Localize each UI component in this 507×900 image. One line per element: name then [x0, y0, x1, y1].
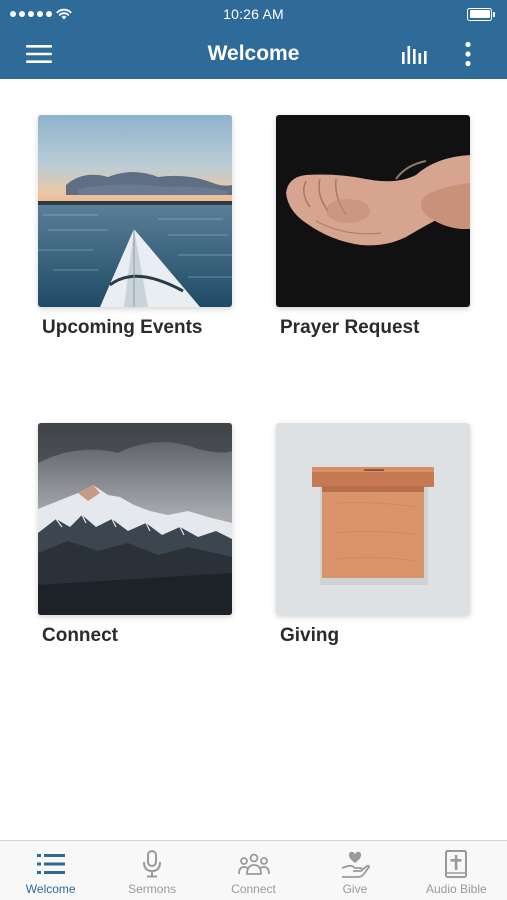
audio-levels-button[interactable] — [396, 28, 434, 79]
tile-connect[interactable]: Connect — [38, 423, 232, 647]
tab-label: Welcome — [25, 882, 76, 896]
more-vertical-icon — [465, 41, 471, 66]
tile-label: Giving — [280, 625, 340, 646]
more-options-button[interactable] — [456, 28, 480, 79]
tab-bar: Welcome Sermons Connect Give Audio Bible — [0, 840, 507, 900]
kayak-lake-image — [38, 115, 232, 307]
app-header: 10:26 AM Welcome — [0, 0, 507, 79]
tab-welcome[interactable]: Welcome — [0, 841, 101, 900]
heart-hand-icon — [341, 851, 370, 878]
audio-levels-icon — [402, 45, 427, 64]
tile-label: Prayer Request — [280, 317, 420, 338]
group-icon — [237, 853, 270, 875]
microphone-icon — [143, 850, 162, 878]
cellular-signal-icon — [10, 11, 52, 17]
donation-box-image — [276, 423, 470, 615]
tile-prayer-request[interactable]: Prayer Request — [276, 115, 470, 339]
tab-sermons[interactable]: Sermons — [101, 841, 202, 900]
tab-connect[interactable]: Connect — [203, 841, 304, 900]
signal-indicator — [10, 8, 72, 20]
wifi-icon — [56, 8, 72, 20]
tab-label: Connect — [231, 882, 276, 896]
menu-button[interactable] — [22, 28, 56, 79]
status-time: 10:26 AM — [223, 6, 284, 22]
open-hands-image — [276, 115, 470, 307]
tab-audio-bible[interactable]: Audio Bible — [406, 841, 507, 900]
battery-icon — [467, 7, 497, 21]
tab-label: Audio Bible — [425, 882, 487, 896]
bible-cross-icon — [445, 850, 468, 878]
list-icon — [36, 854, 65, 874]
page-title: Welcome — [207, 41, 300, 65]
tab-give[interactable]: Give — [304, 841, 405, 900]
tile-label: Connect — [42, 625, 118, 646]
status-bar: 10:26 AM — [0, 0, 507, 28]
hamburger-menu-icon — [26, 44, 52, 63]
tab-label: Sermons — [128, 882, 177, 896]
tile-upcoming-events[interactable]: Upcoming Events — [38, 115, 232, 339]
tile-giving[interactable]: Giving — [276, 423, 470, 647]
tab-label: Give — [342, 882, 368, 896]
tile-label: Upcoming Events — [42, 317, 203, 338]
navigation-bar: Welcome — [0, 28, 507, 79]
mountain-range-image — [38, 423, 232, 615]
